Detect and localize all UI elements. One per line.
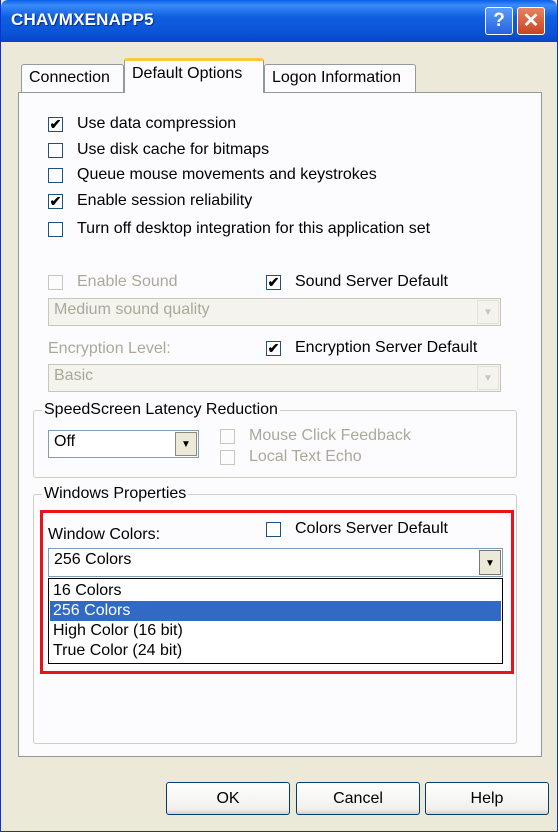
option-high-color[interactable]: High Color (16 bit) (50, 621, 501, 641)
local-text-echo-checkbox (220, 450, 235, 465)
data-compression-checkbox[interactable]: ✔ (48, 117, 63, 132)
encryption-level-label: Encryption Level: (48, 340, 171, 357)
windows-properties-group-title: Windows Properties (42, 485, 189, 503)
option-16-colors[interactable]: 16 Colors (50, 581, 501, 601)
chevron-down-icon[interactable]: ▼ (175, 432, 197, 456)
session-reliability-checkbox[interactable]: ✔ (48, 194, 63, 209)
desktop-integration-checkbox[interactable] (48, 222, 63, 237)
dialog-window: CHAVMXENAPP5 ? ✕ Connection Default Opti… (0, 0, 558, 832)
sound-server-default-checkbox[interactable]: ✔ (266, 275, 281, 290)
encryption-level-select: Basic ▼ (48, 364, 501, 392)
speedscreen-group-title: SpeedScreen Latency Reduction (42, 401, 280, 419)
option-true-color[interactable]: True Color (24 bit) (50, 641, 501, 661)
window-colors-dropdown-list[interactable]: 16 Colors 256 Colors High Color (16 bit)… (48, 578, 503, 664)
speedscreen-select[interactable]: Off ▼ (48, 430, 199, 458)
chevron-down-icon: ▼ (477, 366, 499, 390)
chevron-down-icon: ▼ (477, 300, 499, 324)
queue-mouse-checkbox[interactable] (48, 168, 63, 183)
sound-quality-select: Medium sound quality ▼ (48, 298, 501, 326)
mouse-click-feedback-checkbox (220, 429, 235, 444)
disk-cache-checkbox[interactable] (48, 143, 63, 158)
option-256-colors[interactable]: 256 Colors (50, 601, 501, 621)
encryption-server-default-checkbox[interactable]: ✔ (266, 341, 281, 356)
enable-sound-checkbox (48, 275, 63, 290)
